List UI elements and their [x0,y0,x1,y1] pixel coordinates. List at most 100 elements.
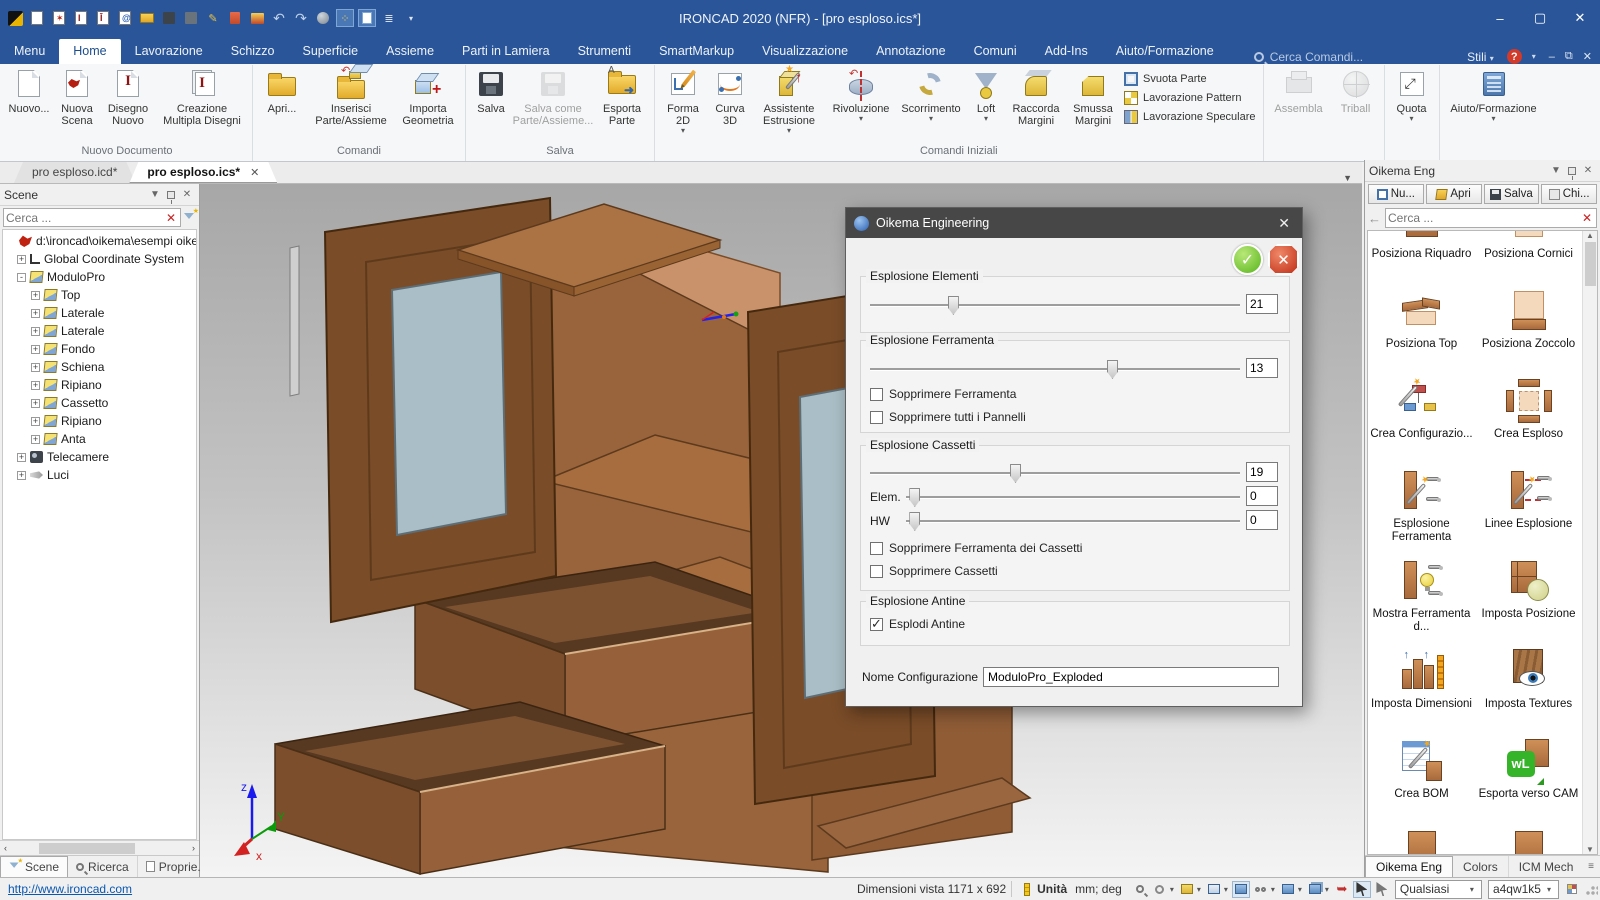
config-combo[interactable]: a4qw1k5▾ [1488,880,1559,899]
panel-menu-chevron-icon[interactable]: ▼ [1548,163,1564,179]
zoom-tool-icon[interactable] [1131,881,1149,898]
undo-icon[interactable]: ↶ [270,9,288,27]
tab-visualizzazione[interactable]: Visualizzazione [748,39,862,64]
catalog-item-crea-configurazione[interactable]: Crea Configurazio... [1368,373,1475,463]
minimize-button[interactable]: – [1480,0,1520,36]
catalog-item-partial[interactable] [1475,823,1582,855]
tree-expander[interactable]: + [31,399,40,408]
tab-ricerca[interactable]: Ricerca [68,856,138,877]
back-arrow-icon[interactable]: ← [1368,211,1381,226]
chevron-down-icon[interactable]: ▾ [1325,885,1329,894]
tree-item-cassetto[interactable]: +Cassetto [3,394,196,412]
checkbox-icon[interactable] [870,411,883,424]
close-panel-icon[interactable]: ✕ [179,187,195,203]
shaded-view-icon[interactable] [1232,881,1250,898]
tab-menu[interactable]: Menu [0,39,59,64]
clear-search-icon[interactable]: ✕ [1580,211,1594,225]
catalog-item-esplosione-ferramenta[interactable]: Esplosione Ferramenta [1368,463,1475,553]
slider-track[interactable] [870,368,1240,370]
salva-button[interactable]: Salva [470,65,512,115]
chevron-down-icon[interactable]: ▾ [1298,885,1302,894]
tree-item-root[interactable]: d:\ironcad\oikema\esempi oiken [3,232,196,250]
nuova-scena-button[interactable]: Nuova Scena [54,65,100,127]
tree-expander[interactable]: + [17,471,26,480]
sphere-icon[interactable] [314,9,332,27]
maximize-button[interactable]: ▢ [1520,0,1560,36]
horizontal-scrollbar[interactable]: ‹ › [0,840,199,855]
sopprimere-ferramenta-cassetti-checkbox[interactable]: Sopprimere Ferramenta dei Cassetti [870,541,1082,555]
tab-aiuto-formazione[interactable]: Aiuto/Formazione [1102,39,1228,64]
esplosione-elementi-value[interactable] [1246,294,1278,314]
insert-part-icon[interactable] [226,9,244,27]
new-document-icon[interactable] [28,9,46,27]
ok-button[interactable]: ✓ [1232,244,1263,275]
dialog-close-icon[interactable]: ✕ [1274,215,1294,232]
scene-search-input[interactable] [6,211,164,225]
hw-value[interactable] [1246,510,1278,530]
tree-item-modulopro[interactable]: -ModuloPro [3,268,196,286]
close-panel-icon[interactable]: ✕ [1580,163,1596,179]
config-stack-icon[interactable] [1306,881,1324,898]
camera-tool-icon[interactable] [1151,881,1169,898]
select-cursor-icon[interactable] [1353,881,1371,898]
checkbox-checked-icon[interactable] [870,618,883,631]
catalog-item-partial[interactable] [1368,823,1475,855]
resize-grip[interactable] [1586,883,1598,895]
esporta-parte-button[interactable]: A Esporta Parte [594,65,650,127]
scrollbar-thumb[interactable] [39,843,135,854]
help-chevron-icon[interactable]: ▾ [1532,52,1536,61]
rivoluzione-button[interactable]: Rivoluzione▾ [827,65,895,122]
chevron-down-icon[interactable]: ▾ [1224,885,1228,894]
catalog-item-imposta-textures[interactable]: Imposta Textures [1475,643,1582,733]
tree-item-schiena[interactable]: +Schiena [3,358,196,376]
esplosione-ferramenta-slider[interactable] [870,359,1240,379]
scroll-right-icon[interactable]: › [188,843,199,853]
sketch-tool-icon[interactable]: ✎ [204,9,222,27]
cancel-button[interactable]: ✕ [1268,244,1299,275]
redo-icon[interactable]: ↷ [292,9,310,27]
doc-tab-icd[interactable]: pro esploso.icd* [14,162,135,183]
tab-overflow-icon[interactable]: ≡ [1588,856,1600,877]
slider-track[interactable] [870,304,1240,306]
new-catalog-icon[interactable]: @ [116,9,134,27]
new-multi-drawing-icon[interactable]: Ī [94,9,112,27]
help-icon[interactable]: ? [1507,49,1522,64]
tab-annotazione[interactable]: Annotazione [862,39,960,64]
close-button[interactable]: ✕ [1560,0,1600,36]
tree-expander[interactable]: + [31,381,40,390]
sopprimere-cassetti-checkbox[interactable]: Sopprimere Cassetti [870,564,998,578]
command-search[interactable]: Cerca Comandi... [1254,50,1363,64]
scrollbar-thumb[interactable] [1585,242,1596,286]
tab-assieme[interactable]: Assieme [372,39,448,64]
tab-home[interactable]: Home [59,39,120,64]
ribbon-close-icon[interactable]: ✕ [1583,50,1592,63]
catalog-search-input[interactable] [1388,211,1580,225]
config-name-input[interactable] [983,667,1279,687]
tree-item-ripiano2[interactable]: +Ripiano [3,412,196,430]
display-mode-icon[interactable] [1205,881,1223,898]
pin-icon[interactable] [1564,163,1580,179]
secondary-cursor-icon[interactable] [1373,881,1391,898]
svuota-parte-button[interactable]: Svuota Parte [1120,69,1260,88]
catalog-item-posiziona-riquadro[interactable]: Posiziona Riquadro [1368,230,1475,283]
dialog-titlebar[interactable]: Oikema Engineering ✕ [846,208,1302,238]
doc-tab-ics[interactable]: pro esploso.ics*✕ [129,162,277,183]
tree-item-gcs[interactable]: +Global Coordinate System [3,250,196,268]
tree-item-laterale2[interactable]: +Laterale [3,322,196,340]
scroll-up-icon[interactable]: ▲ [1586,231,1594,240]
catalog-save-button[interactable]: Salva [1484,184,1540,204]
panel-menu-chevron-icon[interactable]: ▼ [147,187,163,203]
tab-parti-in-lamiera[interactable]: Parti in Lamiera [448,39,564,64]
catalog-item-esporta-cam[interactable]: wL Esporta verso CAM [1475,733,1582,823]
quota-button[interactable]: Quota▾ [1389,65,1435,122]
list-view-icon[interactable]: ≣ [380,9,398,27]
tree-item-anta[interactable]: +Anta [3,430,196,448]
tree-expander[interactable]: + [31,345,40,354]
ribbon-minimize-icon[interactable]: – [1549,51,1555,63]
catalog-item-posiziona-zoccolo[interactable]: Posiziona Zoccolo [1475,283,1582,373]
clear-search-icon[interactable]: ✕ [164,211,178,225]
catalog-item-crea-esploso[interactable]: Crea Esploso [1475,373,1582,463]
checkbox-icon[interactable] [870,388,883,401]
tab-add-ins[interactable]: Add-Ins [1031,39,1102,64]
chevron-down-icon[interactable]: ▾ [1271,885,1275,894]
